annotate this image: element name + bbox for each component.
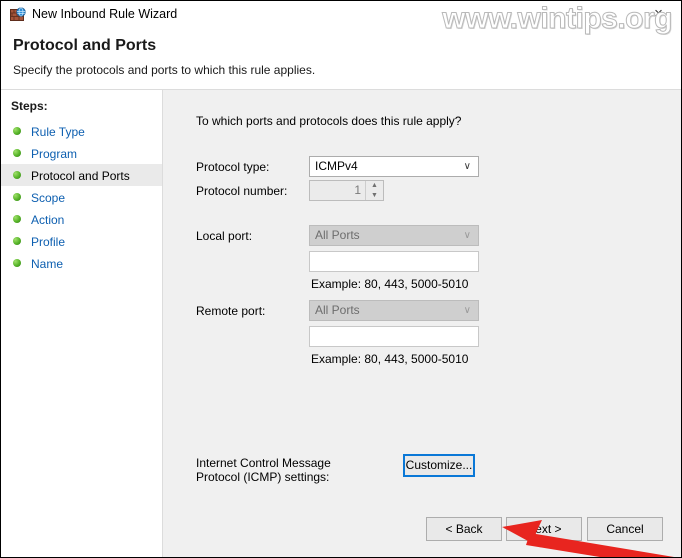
protocol-type-label: Protocol type: — [196, 160, 270, 174]
chevron-down-icon: ∨ — [463, 305, 471, 316]
main-question: To which ports and protocols does this r… — [196, 114, 462, 128]
step-bullet-icon — [13, 192, 21, 201]
sidebar-item-name[interactable]: Name — [1, 252, 162, 274]
sidebar-item-label: Profile — [31, 234, 66, 249]
close-icon[interactable]: × — [636, 1, 681, 26]
page-title: Protocol and Ports — [13, 37, 157, 54]
local-port-example: Example: 80, 443, 5000-5010 — [311, 277, 469, 291]
step-bullet-icon — [13, 214, 21, 223]
sidebar-item-label: Name — [31, 256, 64, 271]
customize-button[interactable]: Customize... — [403, 454, 475, 477]
sidebar-item-profile[interactable]: Profile — [1, 230, 162, 252]
sidebar-item-label: Protocol and Ports — [31, 168, 130, 183]
sidebar-item-label: Rule Type — [31, 124, 85, 139]
steps-heading: Steps: — [11, 99, 48, 113]
sidebar-item-label: Program — [31, 146, 78, 161]
sidebar-item-program[interactable]: Program — [1, 142, 162, 164]
step-bullet-icon — [13, 148, 21, 157]
icmp-settings-label: Internet Control Message Protocol (ICMP)… — [196, 456, 331, 484]
step-bullet-icon — [13, 236, 21, 245]
remote-port-dropdown[interactable]: All Ports ∨ — [309, 300, 479, 321]
protocol-type-value: ICMPv4 — [315, 159, 358, 173]
sidebar-item-scope[interactable]: Scope — [1, 186, 162, 208]
sidebar-item-protocol-and-ports[interactable]: Protocol and Ports — [1, 164, 162, 186]
step-bullet-icon — [13, 126, 21, 135]
local-port-dropdown[interactable]: All Ports ∨ — [309, 225, 479, 246]
stepper-buttons[interactable]: ▲ ▼ — [365, 181, 383, 200]
stepper-down-icon[interactable]: ▼ — [366, 191, 383, 200]
remote-port-example: Example: 80, 443, 5000-5010 — [311, 352, 469, 366]
page-header: Protocol and Ports Specify the protocols… — [1, 27, 681, 89]
stepper-up-icon[interactable]: ▲ — [366, 181, 383, 190]
window-title: New Inbound Rule Wizard — [32, 7, 178, 21]
steps-list: Rule Type Program Protocol and Ports Sco… — [1, 120, 162, 274]
protocol-number-stepper[interactable]: 1 ▲ ▼ — [309, 180, 384, 201]
step-bullet-icon — [13, 258, 21, 267]
local-port-input[interactable] — [309, 251, 479, 272]
cancel-button[interactable]: Cancel — [587, 517, 663, 541]
local-port-value: All Ports — [315, 228, 360, 242]
wizard-window: New Inbound Rule Wizard × Protocol and P… — [0, 0, 682, 558]
sidebar-item-action[interactable]: Action — [1, 208, 162, 230]
firewall-globe-icon — [10, 7, 26, 23]
next-button[interactable]: Next > — [506, 517, 582, 541]
remote-port-label: Remote port: — [196, 304, 266, 318]
remote-port-input[interactable] — [309, 326, 479, 347]
back-button[interactable]: < Back — [426, 517, 502, 541]
chevron-down-icon: ∨ — [463, 161, 471, 172]
page-subtitle: Specify the protocols and ports to which… — [13, 63, 316, 77]
content-pane: To which ports and protocols does this r… — [163, 89, 681, 557]
sidebar-item-rule-type[interactable]: Rule Type — [1, 120, 162, 142]
remote-port-value: All Ports — [315, 303, 360, 317]
chevron-down-icon: ∨ — [463, 230, 471, 241]
title-bar: New Inbound Rule Wizard × — [1, 1, 681, 27]
protocol-number-value: 1 — [354, 183, 361, 197]
sidebar-item-label: Action — [31, 212, 65, 227]
steps-sidebar: Steps: Rule Type Program Protocol and Po… — [1, 89, 163, 557]
sidebar-item-label: Scope — [31, 190, 66, 205]
protocol-type-dropdown[interactable]: ICMPv4 ∨ — [309, 156, 479, 177]
protocol-number-label: Protocol number: — [196, 184, 288, 198]
local-port-label: Local port: — [196, 229, 253, 243]
step-bullet-icon — [13, 170, 21, 179]
